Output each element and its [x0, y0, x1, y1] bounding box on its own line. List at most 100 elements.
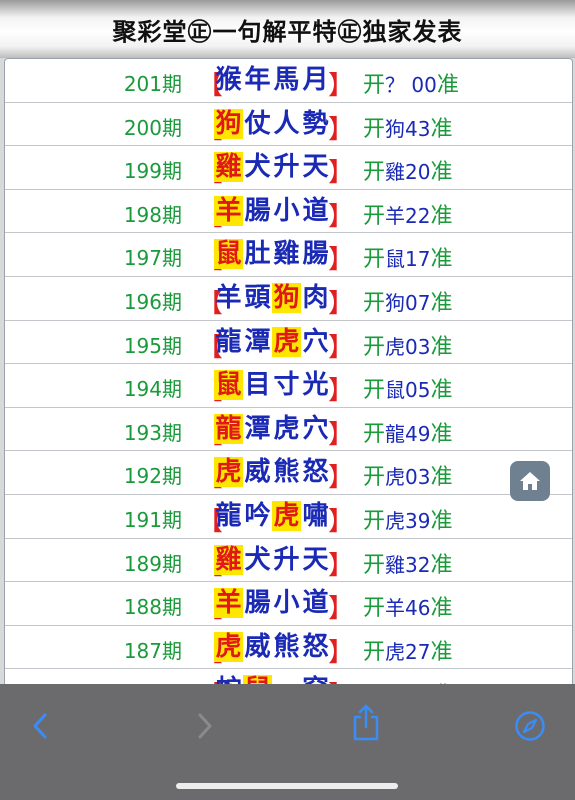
result-label: 准 [430, 421, 453, 447]
back-icon [33, 713, 47, 739]
result-text: 开雞32准 [363, 547, 452, 579]
right-bracket: 】 [328, 637, 355, 668]
phrase-char: 熊 [273, 631, 300, 662]
share-button[interactable] [346, 702, 386, 742]
highlighted-char: 雞 [214, 544, 243, 575]
idiom-phrase: 龍潭虎穴 [214, 413, 330, 444]
phrase-char: 小 [273, 588, 300, 619]
result-text: 开羊46准 [363, 590, 452, 622]
share-icon [353, 704, 379, 741]
idiom-phrase: 狗仗人勢 [214, 108, 330, 139]
highlighted-char: 鼠 [214, 239, 243, 270]
phrase-char: 月 [302, 65, 329, 95]
highlighted-char: 鼠 [214, 370, 243, 401]
forward-icon [198, 713, 212, 739]
phrase-char: 升 [273, 152, 300, 183]
open-label: 开 [363, 334, 386, 360]
phrase-char: 雞 [273, 239, 300, 270]
result-text: 开？ 00准 [363, 67, 459, 99]
period-label: 192期 [123, 464, 182, 489]
period-label: 201期 [123, 72, 182, 96]
idiom-phrase: 虎威熊怒 [214, 457, 330, 488]
phrase-char: 天 [302, 544, 329, 575]
phrase-char: 馬 [273, 65, 300, 95]
browser-toolbar [0, 684, 575, 800]
period-label: 200期 [123, 115, 182, 140]
highlighted-char: 虎 [214, 631, 243, 662]
result-text: 开羊22准 [363, 198, 452, 230]
open-label: 开 [363, 247, 386, 273]
prediction-row: 200期【狗仗人勢】开狗43准 [5, 103, 572, 147]
phrase-char: 犬 [244, 544, 271, 575]
answer-value: 狗07 [385, 290, 431, 315]
phrase-char: 潭 [244, 326, 271, 357]
period-label: 195期 [123, 333, 182, 358]
result-text: 开虎39准 [363, 503, 452, 535]
phrase-char: 怒 [302, 631, 329, 662]
period-label: 199期 [123, 159, 182, 184]
answer-value: ？ 00 [385, 73, 437, 97]
prediction-list: 201期【猴年馬月】开？ 00准 200期【狗仗人勢】开狗43准 199期【雞犬升天… [4, 58, 573, 690]
right-bracket: 】 [328, 463, 355, 494]
home-button[interactable] [510, 461, 550, 501]
answer-value: 虎39 [385, 508, 431, 533]
answer-value: 龍49 [385, 421, 431, 446]
result-text: 开鼠05准 [363, 372, 452, 404]
result-text: 开虎27准 [363, 634, 452, 666]
answer-value: 狗43 [385, 116, 431, 141]
prediction-row: 192期【虎威熊怒】开虎03准 [5, 451, 572, 495]
right-bracket: 】 [328, 332, 355, 363]
period-label: 189期 [123, 551, 182, 576]
idiom-phrase: 鼠目寸光 [214, 370, 330, 401]
prediction-row: 189期【雞犬升天】开雞32准 [5, 539, 572, 583]
prediction-row: 201期【猴年馬月】开？ 00准 [5, 59, 572, 103]
open-label: 开 [363, 421, 386, 447]
highlighted-char: 狗 [214, 108, 243, 139]
page-title-text: 聚彩堂㊣一句解平特㊣独家发表 [112, 17, 463, 46]
prediction-row: 193期【龍潭虎穴】开龍49准 [5, 408, 572, 452]
phrase-char: 吟 [244, 500, 271, 531]
forward-button[interactable] [185, 706, 225, 746]
prediction-row: 191期【龍吟虎嘯】开虎39准 [5, 495, 572, 539]
result-text: 开狗07准 [363, 285, 452, 317]
result-label: 准 [430, 508, 453, 534]
open-label: 开 [363, 73, 386, 98]
phrase-char: 升 [273, 544, 300, 575]
phrase-char: 勢 [302, 108, 329, 139]
home-indicator [176, 783, 398, 789]
phrase-char: 腸 [244, 195, 271, 226]
answer-value: 虎27 [385, 639, 431, 664]
result-label: 准 [430, 639, 453, 665]
highlighted-char: 龍 [214, 413, 243, 444]
phrase-char: 年 [244, 65, 271, 95]
right-bracket: 】 [328, 594, 355, 625]
right-bracket: 】 [328, 158, 355, 189]
answer-value: 雞20 [385, 160, 431, 185]
answer-value: 鼠17 [385, 247, 431, 272]
idiom-phrase: 龍潭虎穴 [214, 326, 330, 357]
result-text: 开虎03准 [363, 329, 452, 361]
phrase-char: 虎 [273, 413, 300, 444]
result-text: 开龍49准 [363, 416, 452, 448]
prediction-row: 198期【羊腸小道】开羊22准 [5, 190, 572, 234]
open-label: 开 [363, 596, 386, 622]
result-label: 准 [430, 116, 453, 142]
result-text: 开雞20准 [363, 154, 452, 186]
safari-button[interactable] [510, 706, 550, 746]
phrase-char: 光 [302, 370, 329, 401]
open-label: 开 [363, 552, 386, 578]
phrase-char: 仗 [244, 108, 271, 139]
back-button[interactable] [20, 706, 60, 746]
phrase-char: 目 [244, 370, 271, 401]
result-label: 准 [430, 203, 453, 229]
idiom-phrase: 虎威熊怒 [214, 631, 330, 662]
right-bracket: 】 [328, 201, 355, 232]
phrase-char: 腸 [244, 588, 271, 619]
prediction-row: 195期【龍潭虎穴】开虎03准 [5, 321, 572, 365]
phrase-char: 威 [244, 631, 271, 662]
phrase-char: 道 [302, 195, 329, 226]
phrase-char: 小 [273, 195, 300, 226]
open-label: 开 [363, 639, 386, 665]
highlighted-char: 虎 [272, 326, 301, 357]
right-bracket: 】 [328, 114, 355, 145]
